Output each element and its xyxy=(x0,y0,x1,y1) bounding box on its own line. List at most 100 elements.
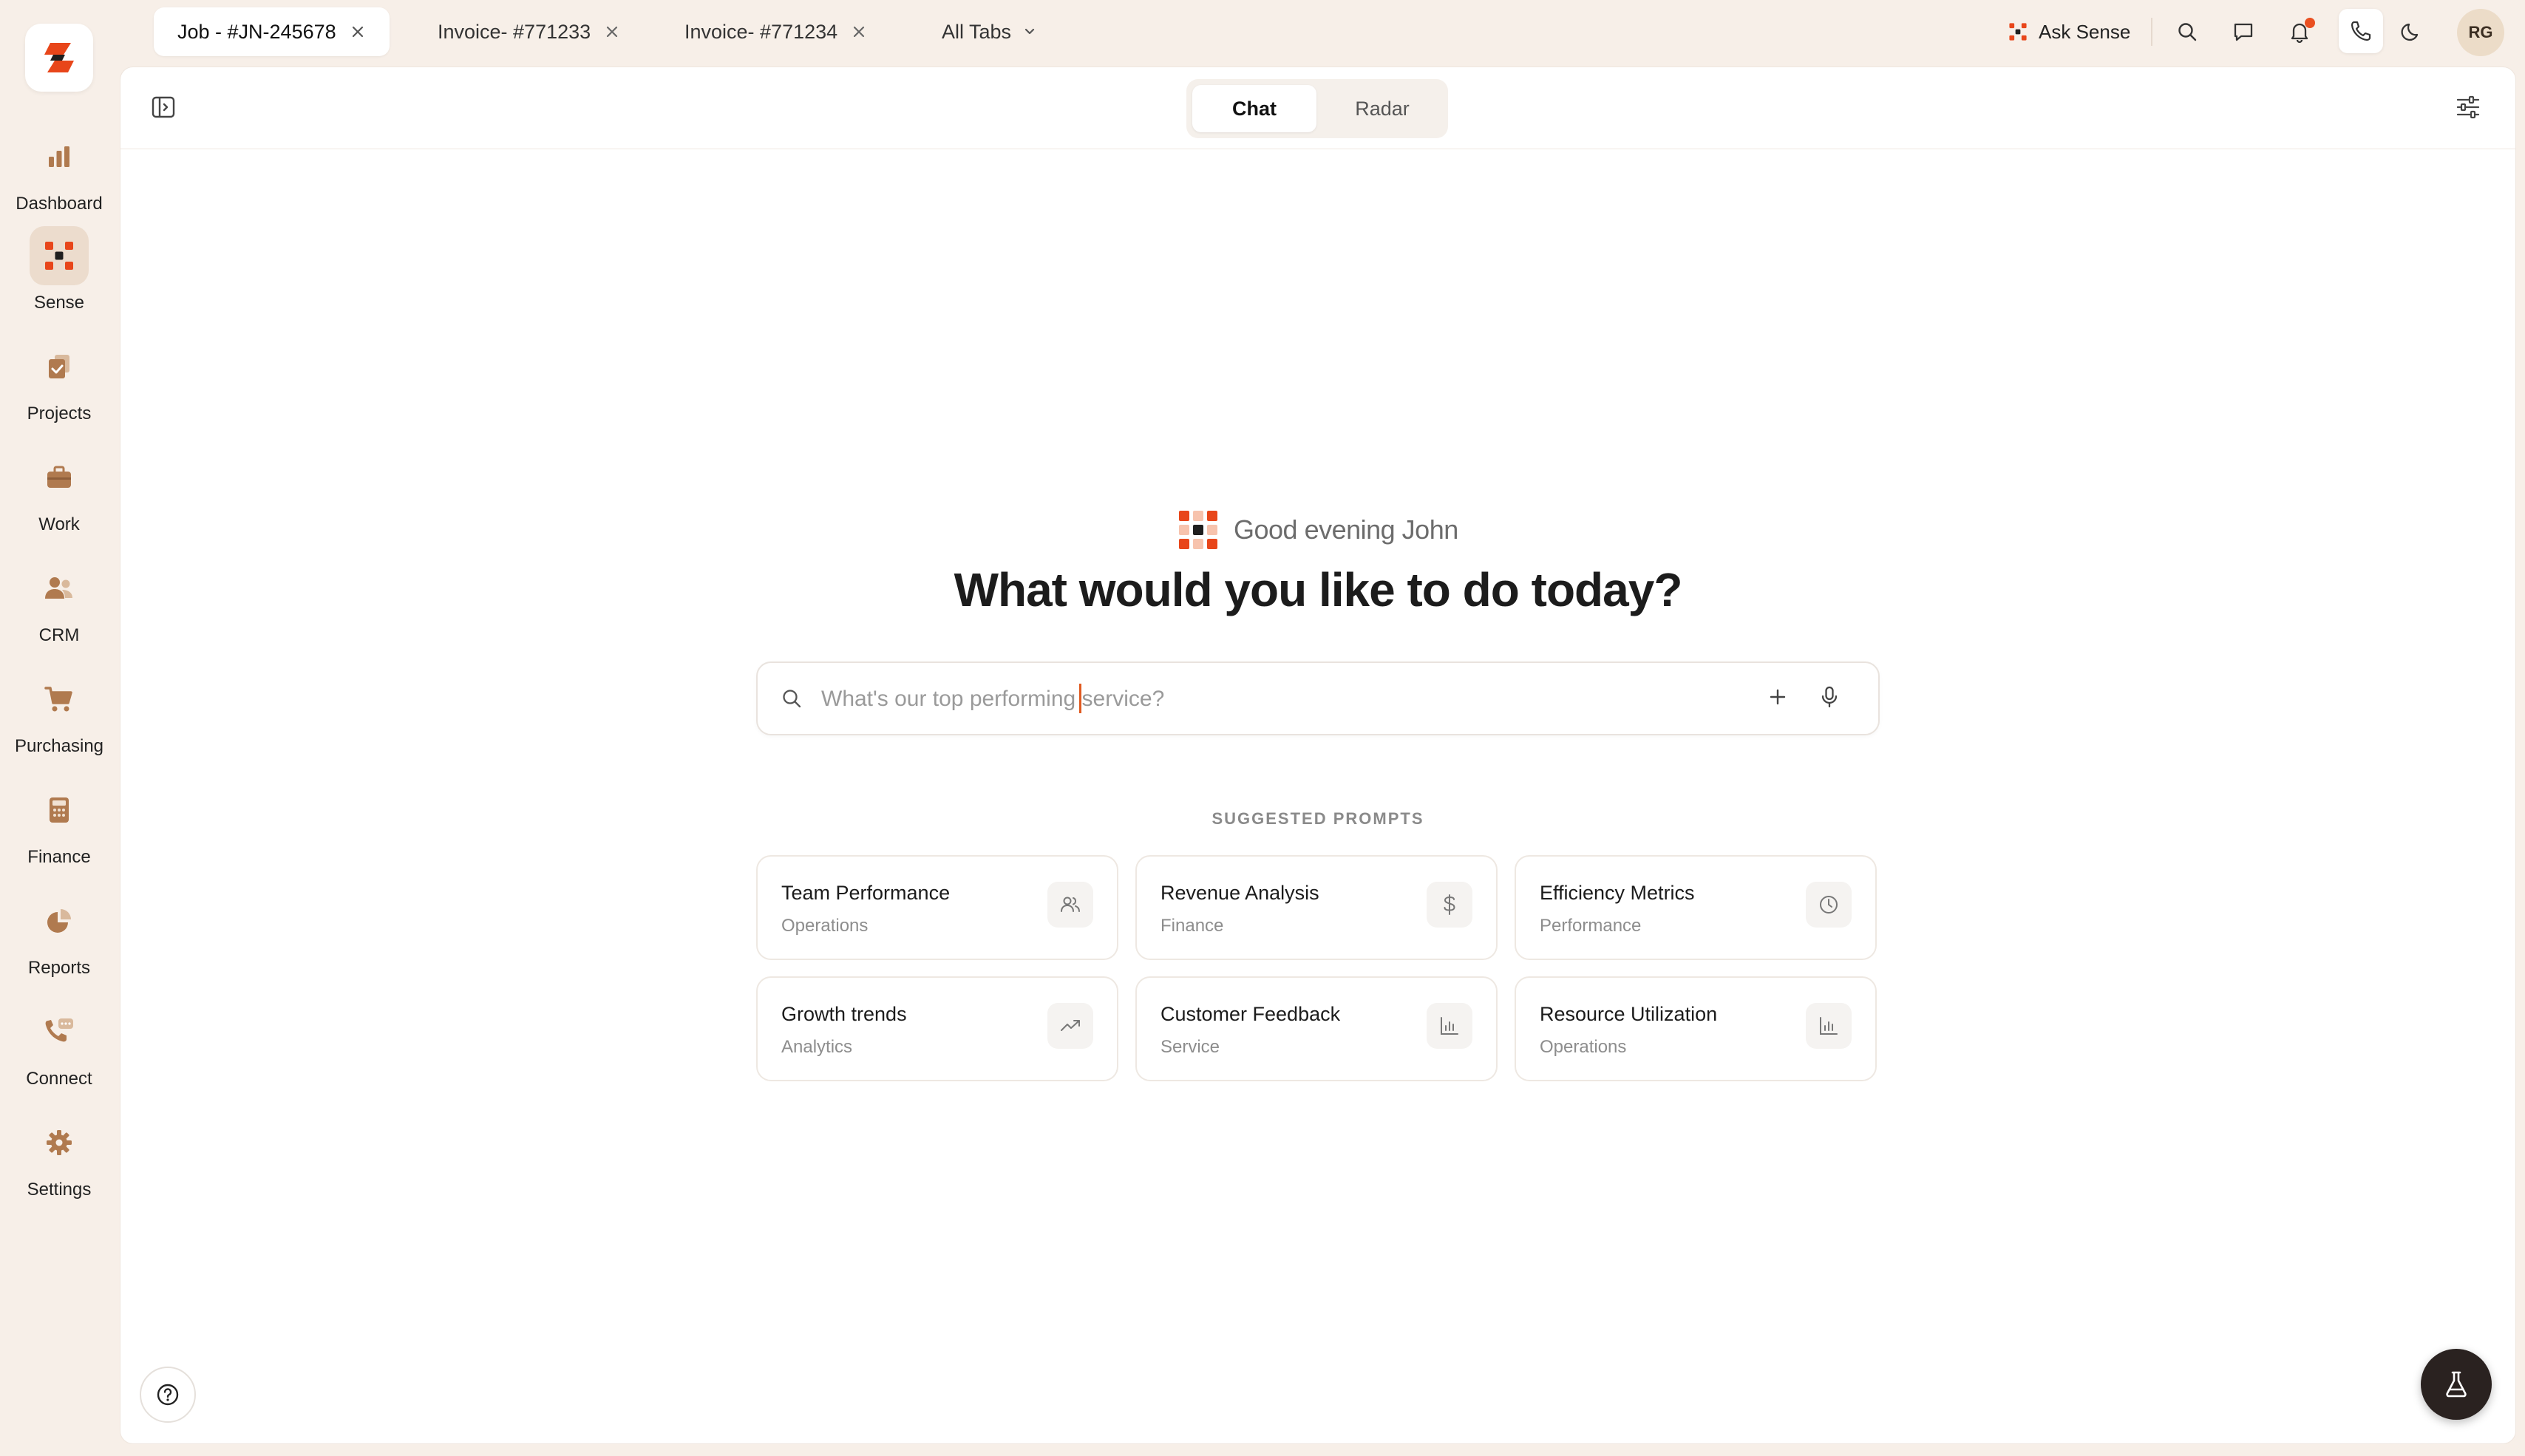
chat-bubble-icon xyxy=(2234,23,2253,41)
voice-input-button[interactable] xyxy=(1816,684,1846,713)
all-tabs-dropdown[interactable]: All Tabs xyxy=(942,7,1038,56)
prompt-card-team-performance[interactable]: Team Performance Operations xyxy=(756,855,1118,960)
prompt-card-category: Analytics xyxy=(781,1037,853,1057)
briefcase-icon xyxy=(30,448,89,507)
tab-chat[interactable]: Chat xyxy=(1192,85,1316,132)
sidebar-item-label: Reports xyxy=(27,958,91,978)
sidebar-item-label: Sense xyxy=(33,293,85,313)
sidebar-item-label: CRM xyxy=(38,625,80,645)
avatar[interactable]: RG xyxy=(2457,9,2504,56)
sidebar-item-label: Finance xyxy=(27,847,91,867)
users-icon xyxy=(30,559,89,618)
sidebar-item-label: Work xyxy=(38,514,80,534)
sidebar: Dashboard Sense Projects Work CRM Purcha… xyxy=(0,0,118,1456)
bar-chart-icon xyxy=(30,127,89,186)
sidebar-item-label: Connect xyxy=(26,1069,92,1089)
trend-up-icon xyxy=(1047,1003,1093,1049)
prompt-card-efficiency-metrics[interactable]: Efficiency Metrics Performance xyxy=(1515,855,1877,960)
prompt-card-category: Finance xyxy=(1160,916,1224,936)
sidebar-item-purchasing[interactable]: Purchasing xyxy=(0,670,118,773)
moon-icon xyxy=(2401,23,2419,41)
greeting-text: Good evening John xyxy=(1234,514,1458,545)
prompt-card-title: Efficiency Metrics xyxy=(1540,882,1695,904)
users-icon xyxy=(1047,882,1093,928)
greeting: Good evening John xyxy=(1177,508,1458,552)
search-icon xyxy=(783,690,801,708)
sense-icon xyxy=(1179,511,1217,549)
sidebar-item-label: Dashboard xyxy=(16,194,103,214)
prompt-card-category: Operations xyxy=(1540,1037,1627,1057)
prompt-card-category: Performance xyxy=(1540,916,1642,936)
dark-mode-toggle[interactable] xyxy=(2395,15,2429,49)
plus-icon xyxy=(1770,689,1786,705)
search-icon xyxy=(2178,23,2197,41)
close-icon[interactable] xyxy=(604,24,620,40)
prompt-card-category: Operations xyxy=(781,916,869,936)
prompt-card-revenue-analysis[interactable]: Revenue Analysis Finance xyxy=(1135,855,1498,960)
prompt-search-box xyxy=(756,661,1880,735)
filters-button[interactable] xyxy=(2453,92,2486,125)
close-icon[interactable] xyxy=(851,24,867,40)
ask-sense-label: Ask Sense xyxy=(2039,20,2131,43)
sidebar-item-crm[interactable]: CRM xyxy=(0,559,118,662)
sidebar-item-dashboard[interactable]: Dashboard xyxy=(0,127,118,231)
search-button[interactable] xyxy=(2170,15,2204,49)
sidebar-item-label: Projects xyxy=(27,404,92,423)
logo-icon xyxy=(44,43,74,72)
app-logo[interactable] xyxy=(25,24,93,92)
flask-icon xyxy=(2446,1371,2467,1398)
prompt-card-title: Team Performance xyxy=(781,882,951,904)
page-title: What would you like to do today? xyxy=(954,563,1683,616)
prompt-card-customer-feedback[interactable]: Customer Feedback Service xyxy=(1135,976,1498,1081)
bar-chart-icon xyxy=(1427,1003,1472,1049)
clock-icon xyxy=(1806,882,1852,928)
prompt-card-title: Revenue Analysis xyxy=(1160,882,1319,904)
sidebar-item-work[interactable]: Work xyxy=(0,448,118,551)
sidebar-item-reports[interactable]: Reports xyxy=(0,891,118,995)
sidebar-item-settings[interactable]: Settings xyxy=(0,1113,118,1217)
sidebar-toggle-button[interactable] xyxy=(150,94,180,123)
clipboard-check-icon xyxy=(30,337,89,396)
dollar-icon xyxy=(1427,882,1472,928)
cart-icon xyxy=(30,670,89,729)
tab-invoice-771233[interactable]: Invoice- #771233 xyxy=(414,7,644,56)
prompt-input[interactable] xyxy=(820,678,1710,721)
tab-radar[interactable]: Radar xyxy=(1322,85,1442,132)
tab-invoice-771234[interactable]: Invoice- #771234 xyxy=(661,7,891,56)
topbar-divider xyxy=(2151,18,2152,46)
phone-chat-icon xyxy=(30,1002,89,1061)
avatar-initials: RG xyxy=(2468,23,2493,41)
text-caret xyxy=(1079,684,1081,713)
prompt-card-title: Growth trends xyxy=(781,1003,907,1025)
sidebar-item-sense[interactable]: Sense xyxy=(0,226,118,330)
prompt-card-resource-utilization[interactable]: Resource Utilization Operations xyxy=(1515,976,1877,1081)
calculator-icon xyxy=(30,780,89,840)
all-tabs-label: All Tabs xyxy=(942,20,1012,43)
prompt-card-growth-trends[interactable]: Growth trends Analytics xyxy=(756,976,1118,1081)
view-toggle: Chat Radar xyxy=(1186,79,1448,138)
tab-label: Invoice- #771234 xyxy=(684,20,838,43)
sidebar-item-finance[interactable]: Finance xyxy=(0,780,118,884)
gear-icon xyxy=(30,1113,89,1172)
prompt-card-title: Resource Utilization xyxy=(1540,1003,1718,1025)
phone-button[interactable] xyxy=(2339,9,2383,53)
phone-icon xyxy=(2351,21,2371,41)
help-icon xyxy=(157,1384,179,1406)
help-button[interactable] xyxy=(140,1367,196,1423)
sidebar-item-connect[interactable]: Connect xyxy=(0,1002,118,1106)
labs-button[interactable] xyxy=(2421,1349,2492,1420)
close-icon[interactable] xyxy=(350,24,366,40)
add-attachment-button[interactable] xyxy=(1764,684,1794,713)
prompt-card-category: Service xyxy=(1160,1037,1220,1057)
suggested-prompts-heading: SUGGESTED PROMPTS xyxy=(1211,809,1424,828)
notification-badge xyxy=(2305,18,2315,28)
tab-label: Job - #JN-245678 xyxy=(177,20,336,43)
messages-button[interactable] xyxy=(2226,15,2260,49)
ask-sense-button[interactable]: Ask Sense xyxy=(2008,15,2130,49)
prompt-card-title: Customer Feedback xyxy=(1160,1003,1341,1025)
main-panel: Chat Radar Good evening John What would … xyxy=(120,67,2516,1444)
sidebar-item-label: Purchasing xyxy=(14,736,104,756)
tab-job[interactable]: Job - #JN-245678 xyxy=(154,7,390,56)
sliders-icon xyxy=(2456,95,2480,119)
sidebar-item-projects[interactable]: Projects xyxy=(0,337,118,440)
